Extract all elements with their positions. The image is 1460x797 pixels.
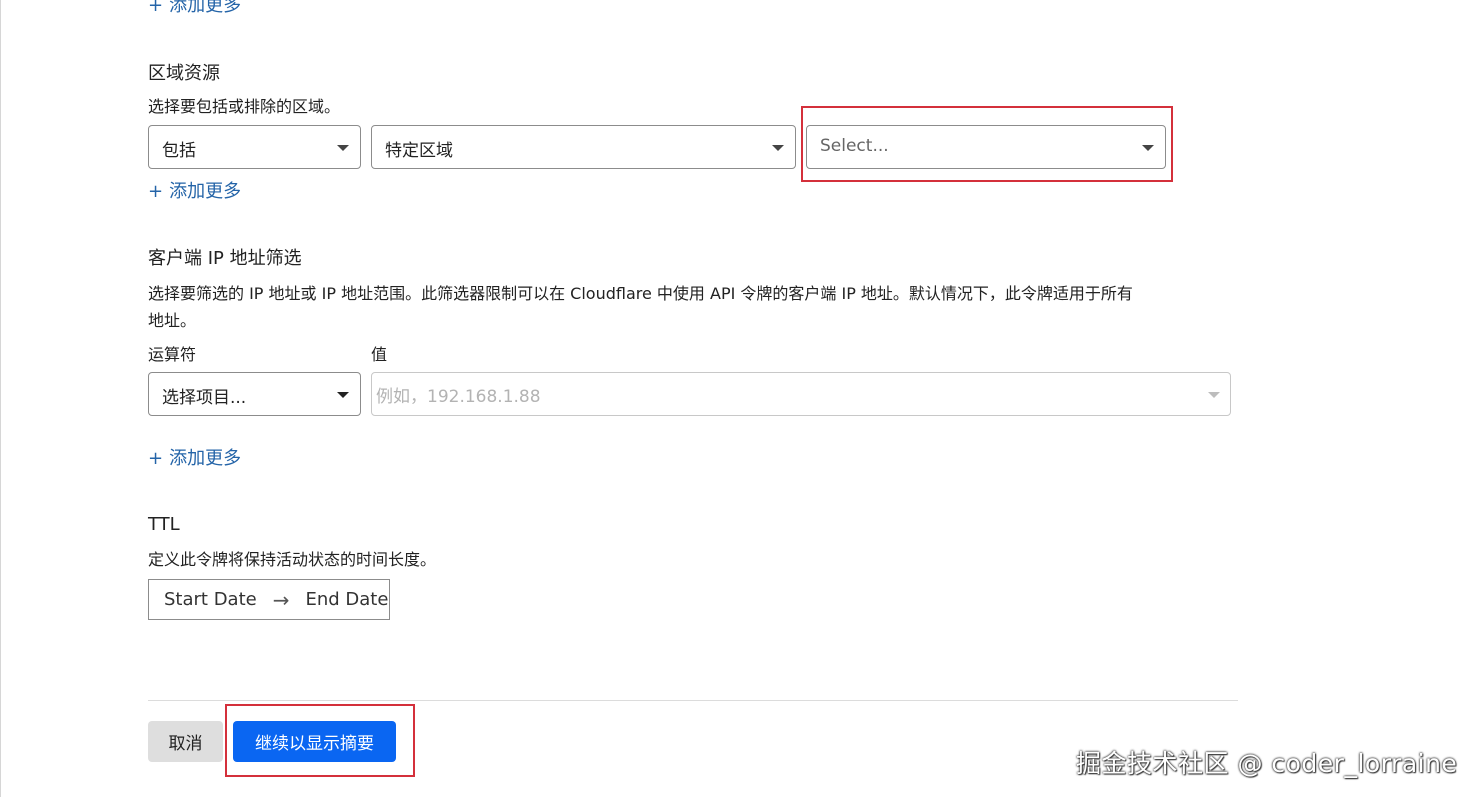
- operator-select[interactable]: 选择项目...: [148, 372, 361, 416]
- chevron-down-icon: [337, 145, 349, 151]
- ttl-description: 定义此令牌将保持活动状态的时间长度。: [148, 550, 437, 569]
- watermark: 掘金技术社区 @ coder_lorraine: [1076, 749, 1458, 778]
- chevron-down-icon: [1208, 392, 1220, 398]
- include-exclude-value: 包括: [162, 141, 196, 161]
- end-date-input[interactable]: End Date: [305, 589, 388, 610]
- description-line-1: 选择要筛选的 IP 地址或 IP 地址范围。此筛选器限制可以在 Cloudfla…: [148, 284, 1133, 303]
- zone-select-placeholder: Select...: [820, 136, 889, 156]
- zone-resources-title: 区域资源: [148, 63, 220, 84]
- left-border: [0, 0, 1, 797]
- plus-icon: +: [148, 448, 164, 469]
- ttl-date-range: Start Date → End Date: [148, 579, 390, 620]
- chevron-down-icon: [772, 145, 784, 151]
- cancel-button-label: 取消: [168, 734, 203, 754]
- client-ip-filter-title: 客户端 IP 地址筛选: [148, 248, 302, 269]
- page: + 添加更多 区域资源 选择要包括或排除的区域。 包括 特定区域 Select..…: [0, 0, 1460, 797]
- ip-value-input[interactable]: 例如，192.168.1.88: [371, 372, 1231, 416]
- description-line-2: 地址。: [148, 311, 197, 330]
- continue-to-summary-button[interactable]: 继续以显示摘要: [233, 721, 396, 762]
- cancel-button[interactable]: 取消: [148, 721, 223, 762]
- add-more-label: 添加更多: [169, 181, 242, 202]
- include-exclude-select[interactable]: 包括: [148, 125, 361, 169]
- add-more-link-top[interactable]: + 添加更多: [148, 0, 241, 17]
- ip-value-placeholder: 例如，192.168.1.88: [376, 387, 541, 407]
- add-more-link-zone[interactable]: + 添加更多: [148, 181, 241, 203]
- chevron-down-icon: [337, 392, 349, 398]
- footer-divider: [148, 700, 1238, 701]
- ttl-title: TTL: [148, 514, 180, 535]
- start-date-input[interactable]: Start Date: [164, 589, 257, 610]
- add-more-label: 添加更多: [169, 0, 242, 16]
- zone-scope-select[interactable]: 特定区域: [371, 125, 796, 169]
- continue-button-label: 继续以显示摘要: [255, 734, 374, 754]
- zone-select[interactable]: Select...: [806, 125, 1166, 169]
- operator-label: 运算符: [148, 345, 197, 364]
- operator-value: 选择项目...: [162, 388, 247, 408]
- plus-icon: +: [148, 0, 164, 16]
- zone-resources-description: 选择要包括或排除的区域。: [148, 97, 341, 116]
- client-ip-filter-description: 选择要筛选的 IP 地址或 IP 地址范围。此筛选器限制可以在 Cloudfla…: [148, 282, 1238, 333]
- plus-icon: +: [148, 181, 164, 202]
- add-more-link-ip[interactable]: + 添加更多: [148, 448, 241, 470]
- add-more-label: 添加更多: [169, 448, 242, 469]
- value-label: 值: [371, 345, 388, 364]
- arrow-right-icon: →: [272, 587, 290, 612]
- chevron-down-icon: [1142, 145, 1154, 151]
- zone-scope-value: 特定区域: [385, 141, 453, 161]
